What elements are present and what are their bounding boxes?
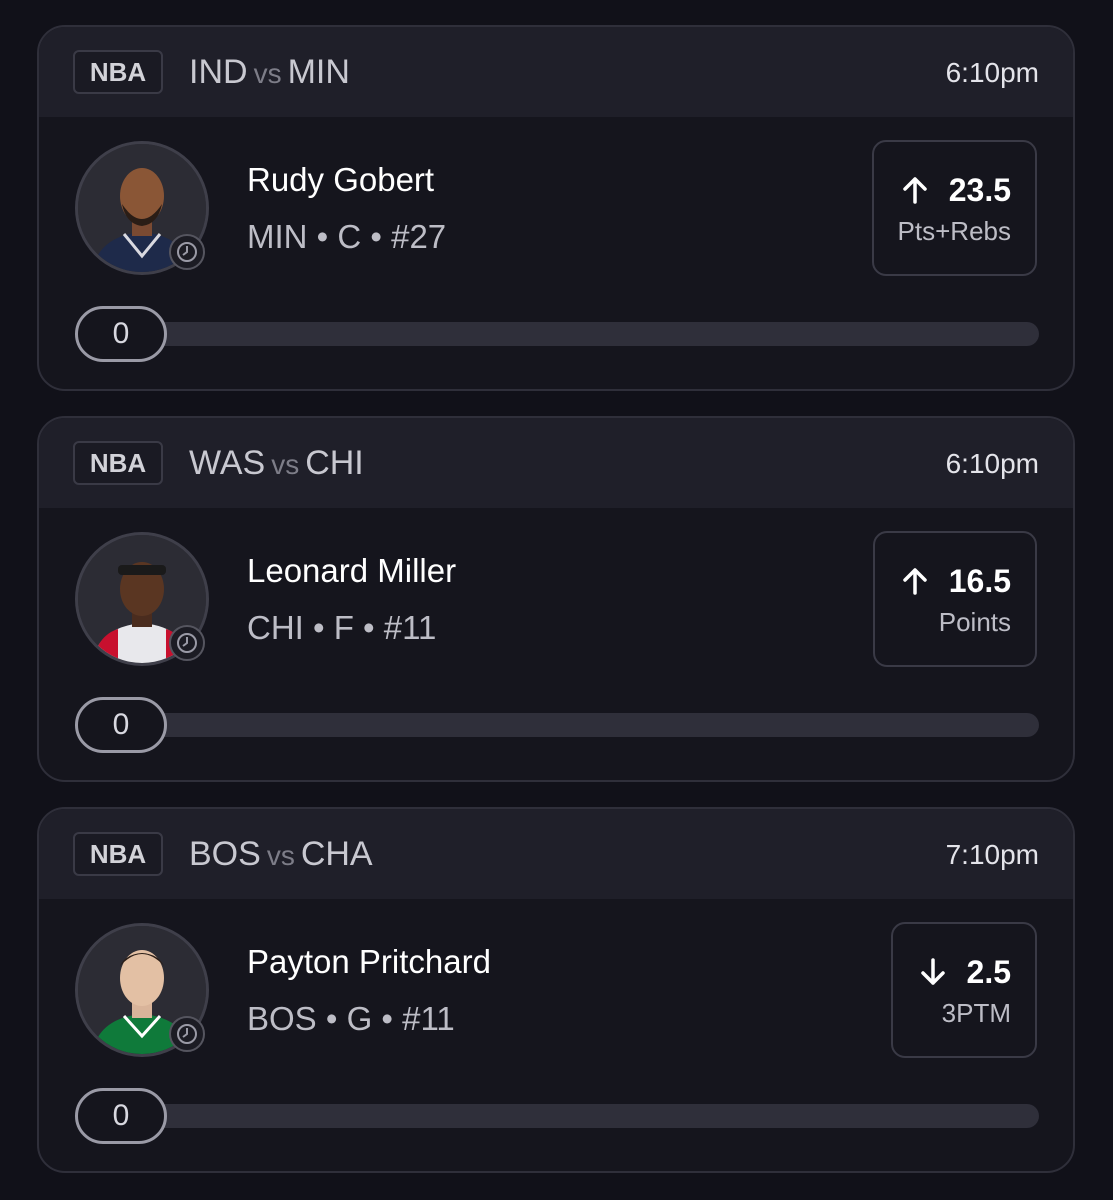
card-header: NBA WAS vs CHI 6:10pm bbox=[39, 418, 1073, 508]
stat-type: Pts+Rebs bbox=[897, 216, 1011, 246]
player-meta: BOS • G • #11 bbox=[247, 1000, 455, 1037]
vs-label: vs bbox=[253, 58, 282, 89]
card-header: NBA BOS vs CHA 7:10pm bbox=[39, 809, 1073, 899]
pick-card[interactable]: NBA BOS vs CHA 7:10pm Payton Pritchard BO bbox=[37, 807, 1075, 1173]
vs-label: vs bbox=[271, 449, 300, 480]
arrow-up-icon bbox=[899, 174, 931, 206]
pick-list: NBA IND vs MIN 6:10pm Rudy Gobert MIN • C bbox=[0, 0, 1113, 1200]
pick-card[interactable]: NBA WAS vs CHI 6:10pm Leonard Miller CHI… bbox=[37, 416, 1075, 782]
current-value-pill: 0 bbox=[75, 697, 167, 753]
player-name: Leonard Miller bbox=[247, 552, 457, 589]
player-name: Rudy Gobert bbox=[247, 161, 435, 198]
player-meta: CHI • F • #11 bbox=[247, 609, 437, 646]
clock-icon bbox=[169, 1016, 205, 1052]
progress-track bbox=[109, 713, 1039, 737]
projection-box[interactable]: 16.5 Points bbox=[872, 531, 1037, 667]
league-badge: NBA bbox=[73, 832, 163, 876]
line-value: 2.5 bbox=[966, 954, 1011, 990]
player-meta: MIN • C • #27 bbox=[247, 218, 447, 255]
pick-card[interactable]: NBA IND vs MIN 6:10pm Rudy Gobert MIN • C bbox=[37, 25, 1075, 391]
line-value: 16.5 bbox=[948, 563, 1011, 599]
team-home: CHA bbox=[300, 835, 373, 873]
projection-box[interactable]: 2.5 3PTM bbox=[890, 922, 1037, 1058]
card-header: NBA IND vs MIN 6:10pm bbox=[39, 27, 1073, 117]
matchup: WAS vs CHI bbox=[189, 442, 364, 486]
stat-type: 3PTM bbox=[941, 998, 1011, 1028]
team-home: MIN bbox=[287, 53, 350, 91]
clock-icon bbox=[169, 234, 205, 270]
game-time: 6:10pm bbox=[945, 57, 1039, 88]
team-away: WAS bbox=[189, 444, 266, 482]
matchup: IND vs MIN bbox=[189, 51, 350, 95]
progress-track bbox=[109, 1104, 1039, 1128]
league-badge: NBA bbox=[73, 441, 163, 485]
game-time: 6:10pm bbox=[945, 448, 1039, 479]
team-away: BOS bbox=[189, 835, 261, 873]
current-value-pill: 0 bbox=[75, 306, 167, 362]
current-value-pill: 0 bbox=[75, 1088, 167, 1144]
stat-type: Points bbox=[938, 607, 1011, 637]
team-away: IND bbox=[189, 53, 248, 91]
matchup: BOS vs CHA bbox=[189, 833, 373, 877]
arrow-down-icon bbox=[917, 956, 949, 988]
game-time: 7:10pm bbox=[945, 839, 1039, 870]
league-badge: NBA bbox=[73, 50, 163, 94]
clock-icon bbox=[169, 625, 205, 661]
team-home: CHI bbox=[305, 444, 364, 482]
line-value: 23.5 bbox=[948, 172, 1011, 208]
player-name: Payton Pritchard bbox=[247, 943, 491, 980]
vs-label: vs bbox=[266, 840, 295, 871]
arrow-up-icon bbox=[899, 565, 931, 597]
projection-box[interactable]: 23.5 Pts+Rebs bbox=[871, 140, 1037, 276]
progress-track bbox=[109, 322, 1039, 346]
